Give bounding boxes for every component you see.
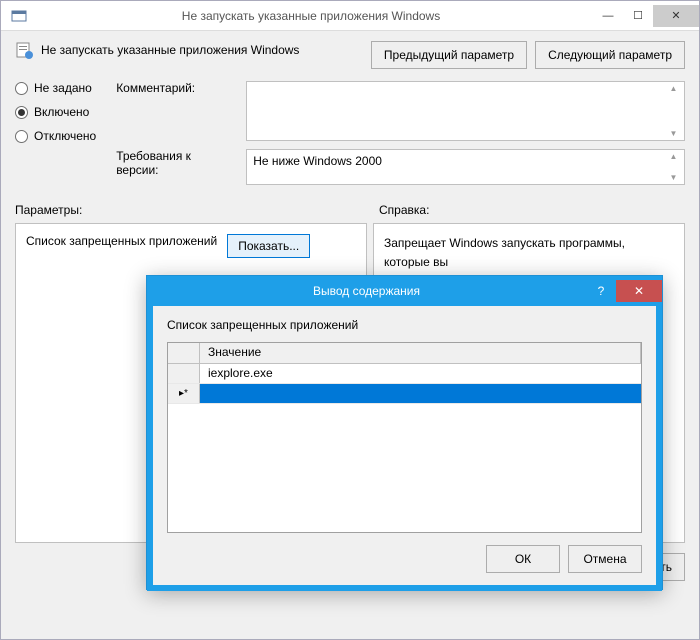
params-label: Параметры: bbox=[15, 203, 363, 217]
modal-help-button[interactable]: ? bbox=[586, 280, 616, 302]
maximize-button[interactable]: ☐ bbox=[623, 5, 653, 27]
modal-title: Вывод содержания bbox=[147, 284, 586, 298]
scroll-up-icon: ▲ bbox=[665, 152, 682, 161]
radio-label: Отключено bbox=[34, 129, 96, 143]
scroll-down-icon: ▼ bbox=[665, 129, 682, 138]
version-label: Требования к версии: bbox=[116, 149, 236, 185]
table-row-new[interactable]: ▸* bbox=[168, 384, 641, 404]
values-grid[interactable]: Значение iexplore.exe ▸* bbox=[167, 342, 642, 533]
grid-cell[interactable]: iexplore.exe bbox=[200, 364, 641, 383]
comment-label: Комментарий: bbox=[116, 81, 236, 141]
show-button[interactable]: Показать... bbox=[227, 234, 310, 258]
main-titlebar: Не запускать указанные приложения Window… bbox=[1, 1, 699, 31]
show-contents-dialog: Вывод содержания ? ✕ Список запрещенных … bbox=[146, 275, 663, 590]
blocked-list-label: Список запрещенных приложений bbox=[26, 234, 217, 248]
radio-icon bbox=[15, 82, 28, 95]
minimize-button[interactable]: — bbox=[593, 5, 623, 27]
grid-corner bbox=[168, 343, 200, 363]
comment-textarea[interactable]: ▲▼ bbox=[246, 81, 685, 141]
modal-titlebar: Вывод содержания ? ✕ bbox=[147, 276, 662, 306]
table-row[interactable]: iexplore.exe bbox=[168, 364, 641, 384]
grid-column-header[interactable]: Значение bbox=[200, 343, 641, 363]
window-controls: — ☐ ✕ bbox=[593, 5, 699, 27]
window-title: Не запускать указанные приложения Window… bbox=[29, 9, 593, 23]
policy-title: Не запускать указанные приложения Window… bbox=[41, 41, 365, 57]
radio-disabled[interactable]: Отключено bbox=[15, 129, 96, 143]
modal-close-button[interactable]: ✕ bbox=[616, 280, 662, 302]
radio-icon bbox=[15, 106, 28, 119]
radio-icon bbox=[15, 130, 28, 143]
radio-enabled[interactable]: Включено bbox=[15, 105, 96, 119]
version-value: Не ниже Windows 2000 bbox=[253, 154, 382, 168]
scroll-up-icon: ▲ bbox=[665, 84, 682, 93]
modal-list-label: Список запрещенных приложений bbox=[167, 318, 642, 332]
new-row-marker-icon: ▸* bbox=[168, 384, 200, 403]
ok-button[interactable]: ОК bbox=[486, 545, 560, 573]
help-text-line: Запрещает Windows запускать программы, к… bbox=[384, 234, 658, 272]
window-icon bbox=[9, 6, 29, 26]
radio-label: Не задано bbox=[34, 81, 92, 95]
row-header bbox=[168, 364, 200, 383]
radio-not-set[interactable]: Не задано bbox=[15, 81, 96, 95]
help-label: Справка: bbox=[379, 203, 429, 217]
next-param-button[interactable]: Следующий параметр bbox=[535, 41, 685, 69]
cancel-button[interactable]: Отмена bbox=[568, 545, 642, 573]
close-button[interactable]: ✕ bbox=[653, 5, 699, 27]
radio-label: Включено bbox=[34, 105, 89, 119]
scroll-down-icon: ▼ bbox=[665, 173, 682, 182]
previous-param-button[interactable]: Предыдущий параметр bbox=[371, 41, 527, 69]
grid-cell-empty[interactable] bbox=[200, 384, 641, 403]
version-field: Не ниже Windows 2000 ▲ ▼ bbox=[246, 149, 685, 185]
policy-icon bbox=[15, 41, 35, 61]
